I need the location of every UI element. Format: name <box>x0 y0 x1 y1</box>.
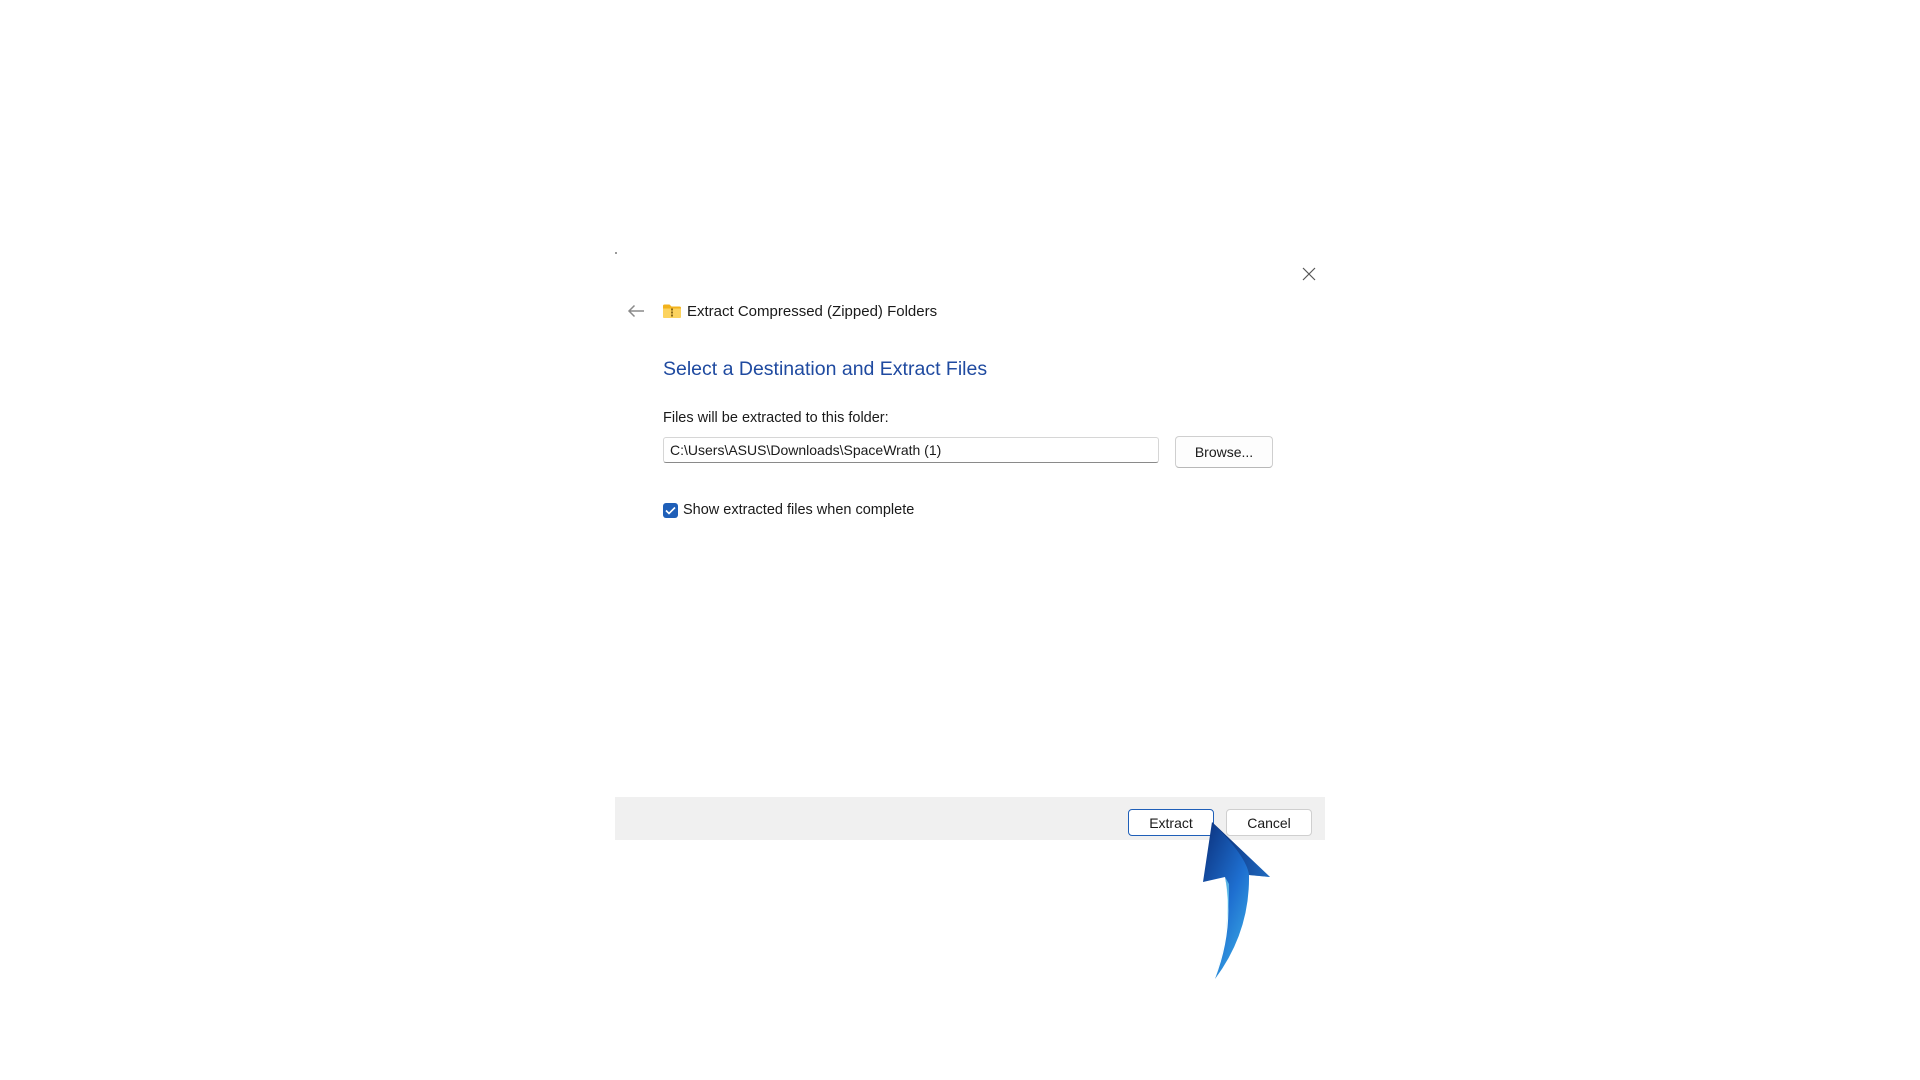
back-button[interactable] <box>620 295 652 327</box>
zipped-folder-icon <box>662 303 682 319</box>
dialog-corner-mark <box>615 252 617 254</box>
back-arrow-icon <box>627 304 644 318</box>
extract-dialog: Extract Compressed (Zipped) Folders Sele… <box>615 250 1325 840</box>
checkmark-icon <box>665 506 676 515</box>
screen: Extract Compressed (Zipped) Folders Sele… <box>0 0 1920 1080</box>
page-heading: Select a Destination and Extract Files <box>663 358 988 380</box>
show-files-option[interactable]: Show extracted files when complete <box>663 501 914 519</box>
browse-button[interactable]: Browse... <box>1175 436 1273 468</box>
close-icon <box>1302 267 1316 281</box>
destination-path-input[interactable] <box>663 437 1159 463</box>
destination-label: Files will be extracted to this folder: <box>663 410 889 426</box>
close-button[interactable] <box>1294 259 1324 289</box>
show-files-label: Show extracted files when complete <box>683 502 915 518</box>
window-title: Extract Compressed (Zipped) Folders <box>687 302 938 320</box>
dialog-title-bar: Extract Compressed (Zipped) Folders <box>662 298 937 324</box>
show-files-checkbox[interactable] <box>663 502 678 518</box>
pointer-arrow-icon <box>1203 822 1270 979</box>
